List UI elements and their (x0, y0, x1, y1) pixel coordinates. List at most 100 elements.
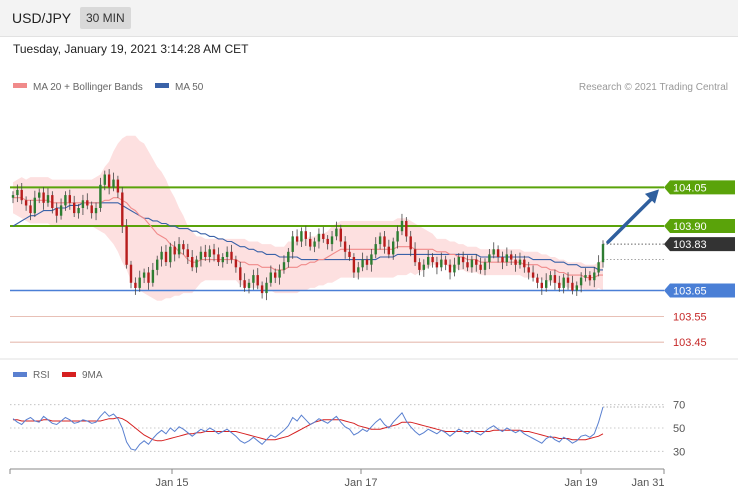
candle-body (361, 259, 364, 268)
candle-body (59, 205, 63, 216)
candle-body (116, 179, 120, 193)
candle-body (579, 277, 583, 286)
ma50-legend-label: MA 50 (175, 82, 204, 93)
candle-body (601, 244, 605, 263)
rsi-tick-label: 50 (673, 423, 685, 435)
rsi-ma-legend-swatch (62, 372, 76, 377)
chart-canvas[interactable]: MA 20 + Bollinger Bands MA 50 Research ©… (0, 0, 738, 500)
candle-body (322, 233, 325, 239)
candle-body (212, 249, 216, 255)
candle-body (46, 195, 50, 203)
candle-body (370, 254, 373, 265)
candle-body (265, 282, 268, 294)
candle-body (558, 282, 561, 288)
forecast-arrow-shaft (606, 195, 655, 244)
candle-body (51, 195, 54, 208)
candle-body (182, 244, 185, 250)
candle-body (335, 228, 338, 237)
candle-body (378, 236, 382, 245)
candle-body (531, 272, 535, 278)
price-level-label: 103.65 (673, 286, 707, 298)
candle-body (177, 244, 181, 255)
forecast-arrow (606, 189, 659, 244)
candle-body (64, 195, 67, 206)
candle-body (387, 246, 390, 255)
candle-body (593, 272, 596, 281)
candle-body (138, 277, 141, 288)
x-tick-label: Jan 15 (155, 477, 188, 489)
candle-body (475, 259, 478, 265)
candle-body (496, 249, 500, 257)
candle-body (274, 272, 277, 278)
candle-body (588, 275, 592, 281)
candle-body (81, 200, 85, 208)
candle-body (295, 236, 299, 242)
candle-body (204, 251, 207, 257)
bollinger-band (13, 135, 603, 301)
candle-body (217, 254, 220, 263)
candle-body (239, 267, 242, 281)
candle-body (536, 277, 539, 283)
candle-body (99, 184, 102, 208)
candle-body (549, 275, 552, 281)
candle-body (112, 179, 115, 188)
candle-body (221, 257, 224, 263)
candle-body (186, 249, 189, 257)
rsi-line (12, 406, 604, 451)
candle-body (313, 241, 316, 247)
candle-body (164, 251, 168, 263)
candle-body (374, 244, 377, 255)
ma20-legend-label: MA 20 + Bollinger Bands (33, 82, 143, 93)
candle-body (348, 251, 351, 257)
candle-body (309, 238, 312, 247)
candle-body (527, 267, 530, 273)
candle-body (103, 174, 106, 185)
candle-body (151, 269, 155, 283)
candle-body (225, 251, 229, 257)
ma20-legend-swatch (13, 83, 27, 88)
price-level-labels: 104.05 103.90 103.83 103.65 103.55 103.45 (664, 180, 735, 349)
price-level-label: 103.45 (673, 337, 707, 349)
candle-body (510, 254, 513, 260)
candle-body (29, 205, 32, 214)
candle-body (77, 208, 80, 214)
candle-body (553, 275, 557, 283)
x-tick-label: Jan 17 (344, 477, 377, 489)
candle-body (42, 192, 45, 203)
candle-body (317, 233, 321, 242)
candle-body (33, 197, 36, 214)
candle-body (55, 208, 58, 216)
candle-body (243, 280, 246, 288)
research-credit: Research © 2021 Trading Central (579, 82, 728, 93)
candle-body (107, 174, 111, 188)
candle-body (435, 262, 439, 268)
candle-body (291, 236, 294, 252)
candle-body (492, 249, 495, 255)
candle-body (571, 282, 574, 291)
candle-body (330, 236, 334, 245)
candle-body (269, 272, 272, 283)
candle-body (562, 277, 565, 288)
candle-body (234, 259, 238, 268)
candle-body (173, 246, 176, 255)
candle-body (396, 231, 399, 242)
candle-body (461, 257, 465, 263)
candle-body (409, 236, 412, 250)
candle-body (540, 282, 543, 288)
candle-body (418, 262, 421, 270)
rsi-ma-line (13, 416, 604, 442)
candle-body (129, 264, 133, 283)
rsi-legend-label: RSI (33, 370, 50, 381)
x-tick-label: Jan 19 (564, 477, 597, 489)
candle-body (431, 257, 434, 263)
candle-body (448, 264, 452, 273)
rsi-tick-label: 30 (673, 446, 685, 458)
candle-body (256, 275, 259, 286)
candle-body (545, 280, 548, 288)
candle-body (470, 259, 474, 268)
rsi-ma-legend-label: 9MA (82, 370, 103, 381)
candle-body (169, 246, 172, 263)
candle-body (405, 220, 408, 237)
candle-body (422, 264, 425, 270)
candle-body (68, 195, 71, 203)
